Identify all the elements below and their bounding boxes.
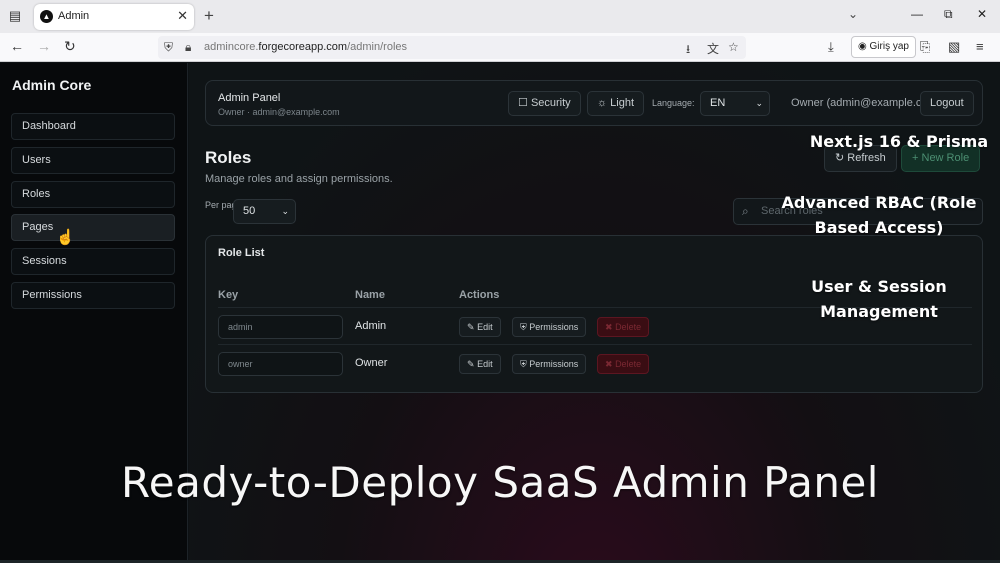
refresh-icon: ↻ [835, 152, 845, 164]
per-page-select[interactable]: 50 ⌄ [233, 199, 296, 224]
browser-navbar: ← → ↻ ⛨ 🔒︎ admincore.forgecoreapp.com/ad… [0, 33, 1000, 62]
feature-caption-stack: Next.js 16 & Prisma [809, 132, 989, 151]
trash-icon: ✖ [605, 322, 613, 332]
url-text: admincore.forgecoreapp.com/admin/roles [204, 41, 408, 53]
theme-label: Light [610, 97, 635, 109]
column-header-actions: Actions [459, 289, 500, 301]
favicon-icon: ▲ [40, 10, 53, 23]
address-bar[interactable]: ⛨ 🔒︎ admincore.forgecoreapp.com/admin/ro… [158, 36, 746, 59]
language-value: EN [710, 97, 726, 109]
shield-icon: ⛨ [164, 40, 174, 54]
sidebar-item-permissions[interactable]: Permissions [11, 282, 175, 309]
role-key-field[interactable]: owner [218, 352, 343, 376]
header-card: Admin Panel Owner · admin@example.com ☐ … [205, 80, 983, 126]
theme-toggle-button[interactable]: ☼ Light [587, 91, 645, 116]
page-title: Roles [205, 148, 252, 167]
edit-button[interactable]: ✎ Edit [459, 354, 501, 374]
reader-icon[interactable]: ⭳ [686, 40, 690, 61]
headline-caption: Ready-to-Deploy SaaS Admin Panel [121, 458, 879, 507]
chevron-down-icon: ⌄ [755, 98, 763, 108]
sidebar-item-pages[interactable]: Pages [11, 214, 175, 241]
logout-button[interactable]: Logout [920, 91, 974, 116]
plus-icon: + [912, 152, 919, 164]
role-list-title: Role List [218, 247, 265, 259]
sidebar-item-sessions[interactable]: Sessions [11, 248, 175, 275]
per-page-value: 50 [243, 205, 256, 217]
restore-icon[interactable]: ⧉ [944, 7, 953, 22]
table-row: owner Owner ✎ Edit ⛨ Permissions ✖ Delet… [218, 344, 972, 381]
sidebar-item-roles[interactable]: Roles [11, 181, 175, 208]
feature-caption-sessions: User & Session Management [811, 277, 947, 321]
trash-icon: ✖ [605, 359, 613, 369]
lock-icon: 🔒︎ [185, 40, 192, 54]
account-icon: ◉ [858, 41, 867, 52]
header-title: Admin Panel [218, 92, 281, 104]
edit-button[interactable]: ✎ Edit [459, 317, 501, 337]
security-button[interactable]: ☐ Security [508, 91, 581, 116]
role-name: Admin [355, 320, 387, 332]
lock-icon: ☐ [518, 97, 528, 109]
sidebar-item-dashboard[interactable]: Dashboard [11, 113, 175, 140]
signin-label: Giriş yap [869, 41, 909, 52]
security-label: Security [530, 97, 571, 109]
back-icon[interactable]: ← [10, 38, 24, 54]
sidebar-item-users[interactable]: Users [11, 147, 175, 174]
pencil-icon: ✎ [467, 359, 475, 369]
permissions-button[interactable]: ⛨ Permissions [512, 354, 587, 374]
owner-text: Owner (admin@example.com) [791, 97, 941, 109]
hand-cursor-icon: ☝ [56, 229, 75, 246]
edit-label: Edit [477, 359, 493, 369]
close-window-icon[interactable]: ✕ [977, 7, 987, 21]
feature-caption-rbac: Advanced RBAC (Role Based Access) [781, 193, 977, 237]
delete-label: Delete [615, 322, 642, 332]
permissions-label: Permissions [529, 322, 579, 332]
new-role-label: New Role [921, 152, 970, 164]
browser-tabbar: ▤ ▲ Admin ✕ + ⌄ — ⧉ ✕ [0, 0, 1000, 33]
delete-button[interactable]: ✖ Delete [597, 354, 650, 374]
header-subtitle: Owner · admin@example.com [218, 107, 340, 117]
brand-title: Admin Core [12, 77, 92, 93]
refresh-label: Refresh [847, 152, 886, 164]
role-key-field[interactable]: admin [218, 315, 343, 339]
edit-label: Edit [477, 322, 493, 332]
forward-icon[interactable]: → [37, 38, 51, 54]
browser-tab-admin[interactable]: ▲ Admin ✕ [34, 4, 194, 30]
column-header-key: Key [218, 289, 239, 301]
role-name: Owner [355, 357, 388, 369]
shield-icon: ⛨ [520, 322, 527, 332]
shield-icon: ⛨ [520, 359, 527, 369]
signin-button[interactable]: ◉ Giriş yap [851, 36, 916, 58]
reload-icon[interactable]: ↻ [64, 38, 76, 55]
chevron-down-icon: ⌄ [281, 206, 289, 216]
menu-icon[interactable]: ≡ [976, 39, 984, 54]
pencil-icon: ✎ [467, 322, 475, 332]
extensions-icon[interactable]: ⎘ [920, 39, 930, 55]
page-subtitle: Manage roles and assign permissions. [205, 173, 393, 185]
tab-title: Admin [58, 10, 90, 22]
delete-label: Delete [615, 359, 642, 369]
delete-button[interactable]: ✖ Delete [597, 317, 650, 337]
bookmark-star-icon[interactable]: ☆ [728, 40, 739, 54]
language-label: Language: [652, 98, 695, 108]
translate-icon[interactable]: 文 [707, 40, 719, 57]
addon-icon[interactable]: ▧ [948, 39, 960, 55]
permissions-button[interactable]: ⛨ Permissions [512, 317, 587, 337]
minimize-icon[interactable]: — [911, 7, 923, 21]
tab-list-icon[interactable]: ▤ [6, 8, 24, 24]
search-icon: ⌕ [742, 204, 749, 218]
permissions-label: Permissions [529, 359, 579, 369]
sun-icon: ☼ [597, 97, 608, 109]
column-header-name: Name [355, 289, 385, 301]
close-tab-icon[interactable]: ✕ [177, 8, 188, 24]
language-select[interactable]: EN ⌄ [700, 91, 770, 116]
chevron-down-icon[interactable]: ⌄ [848, 7, 858, 21]
new-tab-icon[interactable]: + [204, 6, 214, 26]
downloads-icon[interactable]: ⤓ [828, 39, 834, 55]
